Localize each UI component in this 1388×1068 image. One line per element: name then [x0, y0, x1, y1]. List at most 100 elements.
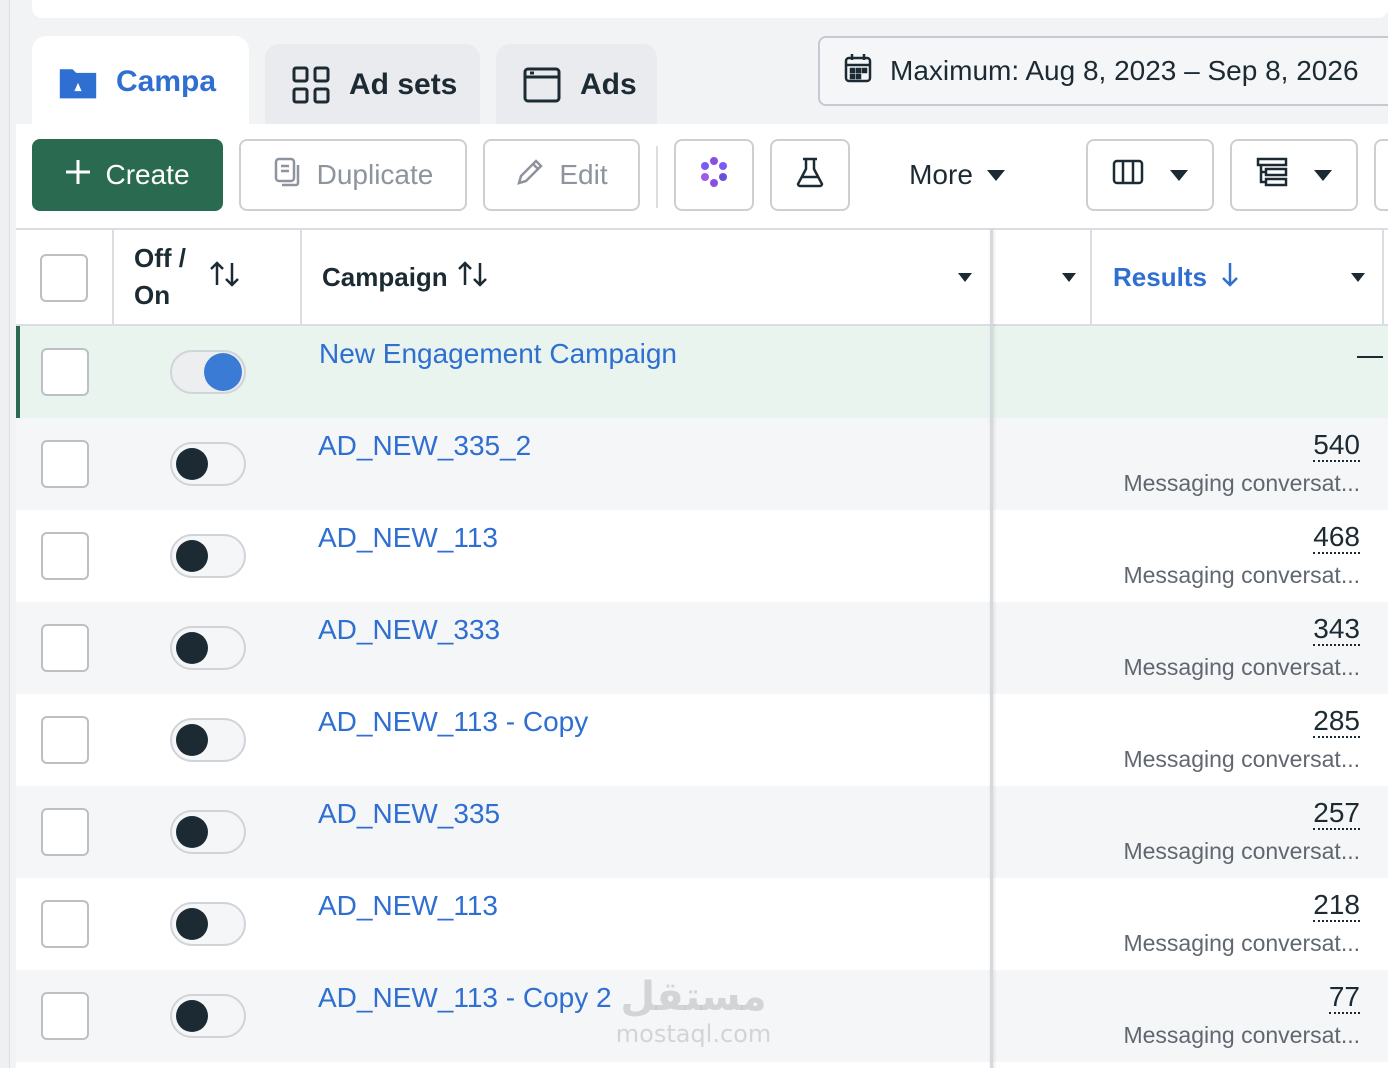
- beaker-icon: [795, 156, 825, 195]
- more-button[interactable]: More: [882, 139, 1032, 211]
- table-row[interactable]: New Engagement Campaign: [16, 326, 1388, 418]
- chevron-down-icon: [986, 169, 1005, 181]
- campaign-toggle[interactable]: [170, 626, 246, 670]
- duplicate-button[interactable]: Duplicate: [239, 139, 467, 211]
- campaign-name-link[interactable]: AD_NEW_335: [318, 798, 500, 830]
- column-divider: [112, 230, 114, 324]
- chevron-down-icon: [1314, 169, 1332, 181]
- edit-button[interactable]: Edit: [483, 139, 640, 211]
- pencil-icon: [515, 157, 545, 194]
- result-value[interactable]: 257: [1313, 798, 1360, 830]
- toggle-knob: [176, 724, 208, 756]
- result-type-label: Messaging conversat...: [1123, 1022, 1360, 1048]
- duplicate-icon: [273, 157, 303, 194]
- table-row[interactable]: AD_NEW_113 218 Messaging conversat...: [16, 878, 1388, 970]
- result-type-label: Messaging conversat...: [1123, 470, 1360, 496]
- results-column-header[interactable]: Results: [1113, 230, 1365, 324]
- campaign-toggle[interactable]: [170, 350, 246, 394]
- breakdown-button[interactable]: [1230, 139, 1358, 211]
- result-type-label: Messaging conversat...: [1123, 838, 1360, 864]
- chevron-down-icon[interactable]: [1062, 272, 1076, 282]
- campaign-name-link[interactable]: AD_NEW_113 - Copy: [318, 706, 588, 738]
- campaign-toggle[interactable]: [170, 718, 246, 762]
- campaign-name-link[interactable]: AD_NEW_113: [318, 522, 498, 554]
- tab-ads-label: Ads: [580, 68, 637, 101]
- row-checkbox[interactable]: [41, 532, 89, 580]
- row-checkbox[interactable]: [41, 716, 89, 764]
- table-row[interactable]: AD_NEW_113 - Copy 285 Messaging conversa…: [16, 694, 1388, 786]
- result-type-label: Messaging conversat...: [1123, 930, 1360, 956]
- overflow-button[interactable]: [1374, 139, 1388, 211]
- campaign-name-link[interactable]: New Engagement Campaign: [319, 338, 677, 370]
- campaigns-panel: Create Duplicate Edit More Off / On Camp…: [16, 124, 1388, 1068]
- ab-test-button[interactable]: [770, 139, 850, 211]
- frozen-column-divider: [990, 230, 993, 1068]
- campaign-name-link[interactable]: AD_NEW_113: [318, 890, 498, 922]
- ad-window-icon: [522, 65, 562, 105]
- tab-ad-sets[interactable]: Ad sets: [265, 44, 480, 126]
- duplicate-button-label: Duplicate: [316, 159, 434, 190]
- column-divider: [1382, 230, 1384, 324]
- result-value[interactable]: 343: [1313, 614, 1360, 646]
- row-checkbox[interactable]: [41, 348, 89, 396]
- results-column-label: Results: [1113, 261, 1207, 292]
- campaigns-table: Off / On Campaign Results New Engagement…: [16, 228, 1388, 1068]
- top-strip: [32, 0, 1388, 18]
- edit-button-label: Edit: [559, 159, 608, 190]
- result-value[interactable]: 77: [1328, 982, 1360, 1014]
- row-checkbox[interactable]: [41, 624, 89, 672]
- campaign-toggle[interactable]: [170, 902, 246, 946]
- table-header: Off / On Campaign Results: [16, 230, 1388, 326]
- columns-icon: [1112, 159, 1144, 192]
- toolbar: Create Duplicate Edit More: [16, 124, 1388, 228]
- result-type-label: Messaging conversat...: [1123, 562, 1360, 588]
- watermark-arabic: مستقل: [620, 974, 767, 1020]
- plus-icon: [65, 159, 91, 192]
- tab-campaigns[interactable]: Campa: [32, 36, 249, 128]
- toggle-column-header[interactable]: Off / On: [134, 230, 294, 324]
- row-checkbox[interactable]: [41, 440, 89, 488]
- watermark: مستقل mostaql.com: [606, 974, 781, 1050]
- table-row[interactable]: AD_NEW_335_2 540 Messaging conversat...: [16, 418, 1388, 510]
- result-value[interactable]: 468: [1313, 522, 1360, 554]
- breakdown-icon: [1256, 157, 1288, 194]
- result-value[interactable]: 285: [1313, 706, 1360, 738]
- result-value[interactable]: 540: [1313, 430, 1360, 462]
- tab-ads[interactable]: Ads: [496, 44, 657, 126]
- campaign-name-link[interactable]: AD_NEW_335_2: [318, 430, 531, 462]
- table-row[interactable]: AD_NEW_335 257 Messaging conversat...: [16, 786, 1388, 878]
- toggle-knob: [176, 816, 208, 848]
- campaign-toggle[interactable]: [170, 534, 246, 578]
- toggle-knob: [176, 1000, 208, 1032]
- column-divider: [300, 230, 302, 324]
- campaign-column-header[interactable]: Campaign: [322, 230, 972, 324]
- watermark-latin: mostaql.com: [615, 1020, 772, 1048]
- column-divider: [1090, 230, 1092, 324]
- table-row[interactable]: AD_NEW_113 468 Messaging conversat...: [16, 510, 1388, 602]
- columns-button[interactable]: [1086, 139, 1214, 211]
- campaign-name-link[interactable]: AD_NEW_333: [318, 614, 500, 646]
- row-checkbox[interactable]: [41, 900, 89, 948]
- select-all-checkbox[interactable]: [40, 254, 88, 302]
- automated-rules-button[interactable]: [674, 139, 754, 211]
- row-checkbox[interactable]: [41, 992, 89, 1040]
- create-button[interactable]: Create: [32, 139, 223, 211]
- campaign-toggle[interactable]: [170, 442, 246, 486]
- toolbar-divider: [656, 146, 658, 208]
- date-range-label: Maximum: Aug 8, 2023 – Sep 8, 2026: [890, 55, 1359, 86]
- campaign-toggle[interactable]: [170, 994, 246, 1038]
- result-value[interactable]: 218: [1313, 890, 1360, 922]
- campaign-name-link[interactable]: AD_NEW_113 - Copy 2: [318, 982, 612, 1014]
- date-range-picker[interactable]: Maximum: Aug 8, 2023 – Sep 8, 2026: [818, 36, 1388, 106]
- hidden-column-header[interactable]: [1008, 230, 1076, 324]
- sparkle-icon: [697, 155, 731, 196]
- left-rail: [0, 0, 10, 1068]
- chevron-down-icon[interactable]: [1351, 272, 1365, 282]
- create-button-label: Create: [105, 159, 190, 190]
- sort-descending-icon: [1219, 260, 1241, 295]
- grid-icon: [291, 65, 331, 105]
- campaign-toggle[interactable]: [170, 810, 246, 854]
- table-row[interactable]: AD_NEW_333 343 Messaging conversat...: [16, 602, 1388, 694]
- chevron-down-icon[interactable]: [958, 272, 972, 282]
- row-checkbox[interactable]: [41, 808, 89, 856]
